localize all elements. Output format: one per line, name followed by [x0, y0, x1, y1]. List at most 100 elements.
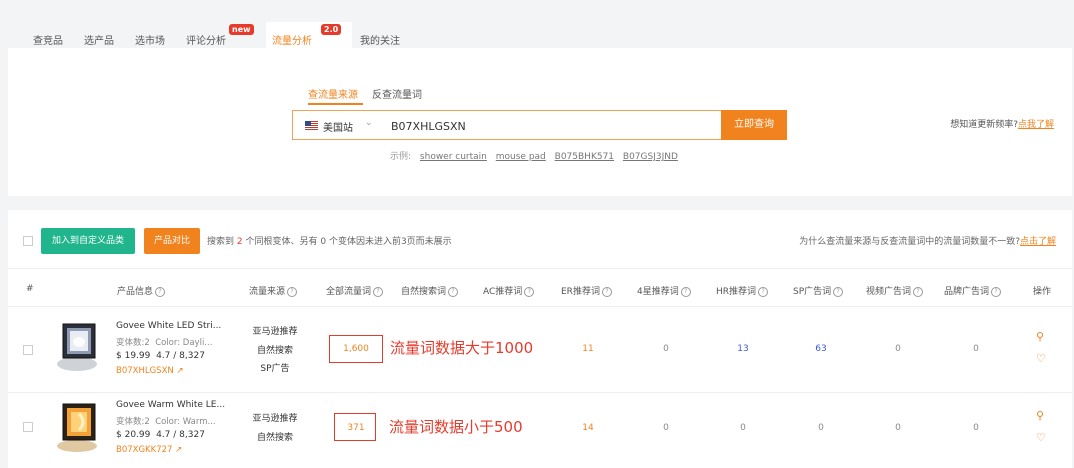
tab-review-analysis[interactable]: 评论分析 — [186, 32, 226, 47]
summary-prefix: 搜索到 — [207, 237, 235, 247]
tab-select-product[interactable]: 选产品 — [84, 32, 114, 47]
why-text: 为什么查流量来源与反查流量词中的流量词数量不一致? — [799, 237, 1020, 247]
product-thumbnail-white-led[interactable] — [53, 320, 103, 374]
example-link[interactable]: shower curtain — [420, 152, 487, 162]
hr-keywords-value: 0 — [740, 423, 746, 433]
sp-keywords-value: 0 — [818, 423, 824, 433]
er-keywords-value[interactable]: 11 — [568, 344, 608, 354]
help-icon[interactable]: ? — [758, 286, 769, 297]
search-panel: 查流量来源 反查流量词 美国站 ⌄ 立即查询 示例: shower curtai… — [8, 48, 1072, 196]
sp-keywords-value[interactable]: 63 — [801, 344, 841, 354]
summary-count: 2 — [236, 237, 243, 247]
4star-keywords-value: 0 — [663, 423, 669, 433]
row-checkbox[interactable] — [23, 345, 33, 355]
help-icon[interactable]: ? — [448, 286, 459, 297]
example-link[interactable]: B075BHK571 — [555, 152, 614, 162]
highlight-box — [334, 413, 376, 441]
tab-my-follow[interactable]: 我的关注 — [360, 32, 400, 47]
tab-traffic-analysis[interactable]: 流量分析 — [272, 32, 312, 47]
col-index: # — [26, 284, 34, 294]
traffic-source: 亚马逊推荐 — [252, 414, 298, 424]
video-ad-keywords-value: 0 — [895, 423, 901, 433]
search-now-button[interactable]: 立即查询 — [721, 110, 787, 140]
annotation-label: 流量词数据小于500 — [389, 418, 523, 436]
example-link[interactable]: mouse pad — [496, 152, 546, 162]
annotation-label: 流量词数据大于1000 — [390, 339, 534, 357]
product-variants: 变体数:2 Color: Warm... — [116, 417, 216, 427]
divider — [8, 392, 1072, 393]
hr-keywords-value[interactable]: 13 — [723, 344, 763, 354]
hint-text: 想知道更新频率? — [950, 120, 1018, 130]
divider — [8, 306, 1072, 307]
asin-search-input[interactable] — [389, 112, 723, 140]
product-title[interactable]: Govee Warm White LE... — [116, 400, 225, 410]
search-tab-underline — [308, 103, 363, 105]
heart-icon[interactable]: ♡ — [1036, 352, 1046, 365]
select-all-checkbox[interactable] — [23, 236, 33, 246]
why-different-hint: 为什么查流量来源与反查流量词中的流量词数量不一致?点击了解 — [799, 234, 1056, 247]
tab-competitor[interactable]: 查竞品 — [33, 32, 63, 47]
search-icon[interactable]: ⚲ — [1036, 330, 1044, 343]
us-flag-icon — [305, 121, 318, 130]
col-all-keywords: 全部流量词? — [326, 284, 384, 297]
col-product-info: 产品信息? — [117, 284, 166, 297]
col-4star-keywords: 4星推荐词? — [637, 284, 691, 297]
product-thumbnail-warm-led[interactable] — [53, 400, 103, 454]
tab-select-market[interactable]: 选市场 — [135, 32, 165, 47]
traffic-source: 亚马逊推荐 — [252, 327, 298, 337]
product-price-rating: $ 20.99 4.7 / 8,327 — [116, 430, 205, 440]
examples-label: 示例: — [390, 152, 412, 162]
tab-reverse-keywords[interactable]: 反查流量词 — [372, 86, 422, 101]
external-link-icon[interactable]: ↗ — [175, 445, 182, 455]
compare-products-button[interactable]: 产品对比 — [144, 228, 200, 254]
top-tab-bar: 查竞品 选产品 选市场 评论分析 new 流量分析 2.0 我的关注 — [8, 0, 1072, 48]
search-icon[interactable]: ⚲ — [1036, 409, 1044, 422]
col-sp-keywords: SP广告词? — [793, 284, 844, 297]
traffic-source: SP广告 — [260, 364, 290, 374]
row-checkbox[interactable] — [23, 422, 33, 432]
version-badge: 2.0 — [321, 24, 342, 35]
col-brand-ad-keywords: 品牌广告词? — [944, 284, 1002, 297]
col-er-keywords: ER推荐词? — [561, 284, 612, 297]
chevron-down-icon[interactable]: ⌄ — [365, 118, 373, 128]
product-title[interactable]: Govee White LED Stri... — [116, 321, 221, 331]
external-link-icon[interactable]: ↗ — [176, 366, 183, 376]
brand-ad-keywords-value: 0 — [973, 344, 979, 354]
why-link[interactable]: 点击了解 — [1020, 237, 1056, 247]
help-icon[interactable]: ? — [601, 286, 612, 297]
help-icon[interactable]: ? — [155, 286, 166, 297]
site-selector[interactable]: 美国站 — [323, 119, 353, 134]
product-asin-link[interactable]: B07XHLGSXN ↗ — [116, 366, 184, 376]
help-icon[interactable]: ? — [373, 286, 384, 297]
help-icon[interactable]: ? — [833, 286, 844, 297]
er-keywords-value[interactable]: 14 — [568, 423, 608, 433]
traffic-source: 自然搜索 — [256, 346, 293, 356]
video-ad-keywords-value: 0 — [895, 344, 901, 354]
new-badge: new — [229, 24, 254, 35]
heart-icon[interactable]: ♡ — [1036, 431, 1046, 444]
example-link[interactable]: B07GSJ3JND — [623, 152, 678, 162]
tab-traffic-source[interactable]: 查流量来源 — [308, 86, 358, 101]
help-icon[interactable]: ? — [913, 286, 924, 297]
help-icon[interactable]: ? — [287, 286, 298, 297]
brand-ad-keywords-value: 0 — [973, 423, 979, 433]
col-actions: 操作 — [1033, 287, 1052, 297]
add-to-category-button[interactable]: 加入到自定义品类 — [41, 228, 135, 254]
col-ac-keywords: AC推荐词? — [483, 284, 535, 297]
col-organic-keywords: 自然搜索词? — [401, 284, 459, 297]
highlight-box — [329, 335, 383, 363]
product-asin-link[interactable]: B07XGKK727 ↗ — [116, 445, 182, 455]
hint-link[interactable]: 点我了解 — [1018, 120, 1054, 130]
result-summary: 搜索到 2 个同根变体、另有 0 个变体因未进入前3页而未展示 — [207, 234, 452, 247]
search-examples: 示例: shower curtain mouse pad B075BHK571 … — [390, 149, 678, 162]
col-traffic-source: 流量来源? — [249, 284, 298, 297]
4star-keywords-value: 0 — [663, 344, 669, 354]
divider — [8, 268, 1072, 269]
help-icon[interactable]: ? — [524, 286, 535, 297]
summary-suffix: 个同根变体、另有 0 个变体因未进入前3页而未展示 — [245, 237, 452, 247]
help-icon[interactable]: ? — [680, 286, 691, 297]
product-price-rating: $ 19.99 4.7 / 8,327 — [116, 351, 205, 361]
help-icon[interactable]: ? — [991, 286, 1002, 297]
product-variants: 变体数:2 Color: Dayli... — [116, 338, 213, 348]
col-hr-keywords: HR推荐词? — [716, 284, 769, 297]
